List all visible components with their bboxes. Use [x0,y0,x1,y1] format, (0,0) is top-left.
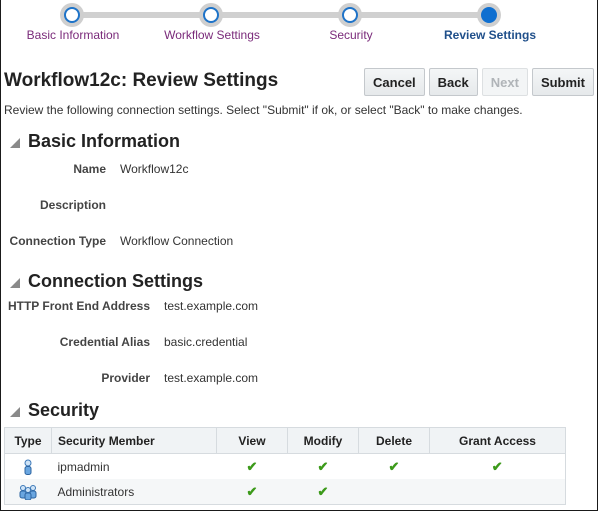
section-header-connection-settings[interactable]: Connection Settings [10,271,203,292]
collapse-triangle-icon[interactable] [10,406,20,417]
field-value: Workflow12c [120,162,189,176]
field-http-front-end-address: HTTP Front End Address test.example.com [0,297,264,315]
progress-train: Basic Information Workflow Settings Secu… [0,0,598,50]
field-label: Connection Type [9,234,106,248]
check-icon: ✔ [317,483,329,499]
field-value: basic.credential [164,335,248,349]
instructions-text: Review the following connection settings… [4,103,523,117]
field-label: HTTP Front End Address [7,299,150,313]
train-stop-review-settings [477,3,501,27]
section-title: Security [28,400,100,420]
modify-cell: ✔ [287,479,359,505]
train-stop-security[interactable] [338,3,362,27]
column-header-security-member[interactable]: Security Member [51,427,217,454]
cancel-button[interactable]: Cancel [364,68,425,96]
field-name: Name Workflow12c [0,162,194,178]
field-label: Credential Alias [59,335,150,349]
submit-button[interactable]: Submit [531,68,594,96]
delete-cell: ✔ [358,453,430,479]
train-label-workflow-settings[interactable]: Workflow Settings [164,28,260,42]
section-title: Basic Information [28,131,181,151]
security-table: Type Security Member View Modify Delete … [4,427,566,505]
type-cell [4,453,52,479]
grant-access-cell: ✔ [429,453,566,479]
modify-cell: ✔ [287,453,359,479]
table-row[interactable]: ipmadmin ✔ ✔ ✔ ✔ [4,453,566,479]
field-label: Provider [101,371,150,385]
collapse-triangle-icon[interactable] [10,277,20,288]
field-description: Description [0,198,126,212]
view-cell: ✔ [216,479,288,505]
member-cell: ipmadmin [51,453,217,479]
train-label-basic-information[interactable]: Basic Information [27,28,120,42]
train-track [72,12,490,18]
field-label: Name [73,162,106,176]
collapse-triangle-icon[interactable] [10,137,20,148]
member-cell: Administrators [51,479,217,505]
section-header-security[interactable]: Security [10,400,99,421]
check-icon: ✔ [388,458,400,474]
table-row[interactable]: Administrators ✔ ✔ [4,479,566,505]
check-icon: ✔ [491,458,503,474]
field-provider: Provider test.example.com [0,369,264,387]
field-value [114,198,126,212]
view-cell: ✔ [216,453,288,479]
column-header-delete[interactable]: Delete [358,427,430,454]
group-icon [19,484,37,500]
train-stop-basic-information[interactable] [60,3,84,27]
user-icon [24,459,32,475]
check-icon: ✔ [246,483,258,499]
column-header-modify[interactable]: Modify [287,427,359,454]
section-title: Connection Settings [28,271,203,291]
field-value: test.example.com [164,299,259,313]
check-icon: ✔ [317,458,329,474]
page-title: Workflow12c: Review Settings [4,70,279,91]
column-header-grant-access[interactable]: Grant Access [429,427,566,454]
field-value: Workflow Connection [120,234,234,248]
column-header-type[interactable]: Type [4,427,52,454]
train-stop-workflow-settings[interactable] [199,3,223,27]
field-value: test.example.com [164,371,259,385]
field-credential-alias: Credential Alias basic.credential [0,333,253,351]
delete-cell [358,479,430,505]
action-buttons: Cancel Back Next Submit [364,68,594,96]
check-icon: ✔ [246,458,258,474]
column-header-view[interactable]: View [216,427,288,454]
train-label-review-settings: Review Settings [443,28,537,42]
table-header-row: Type Security Member View Modify Delete … [4,427,566,454]
section-header-basic-information[interactable]: Basic Information [10,131,180,152]
field-label: Description [39,198,106,212]
back-button[interactable]: Back [428,68,478,96]
next-button: Next [481,68,528,96]
type-cell [4,479,52,505]
field-connection-type: Connection Type Workflow Connection [0,234,239,250]
grant-access-cell [429,479,566,505]
train-label-security[interactable]: Security [329,28,372,42]
